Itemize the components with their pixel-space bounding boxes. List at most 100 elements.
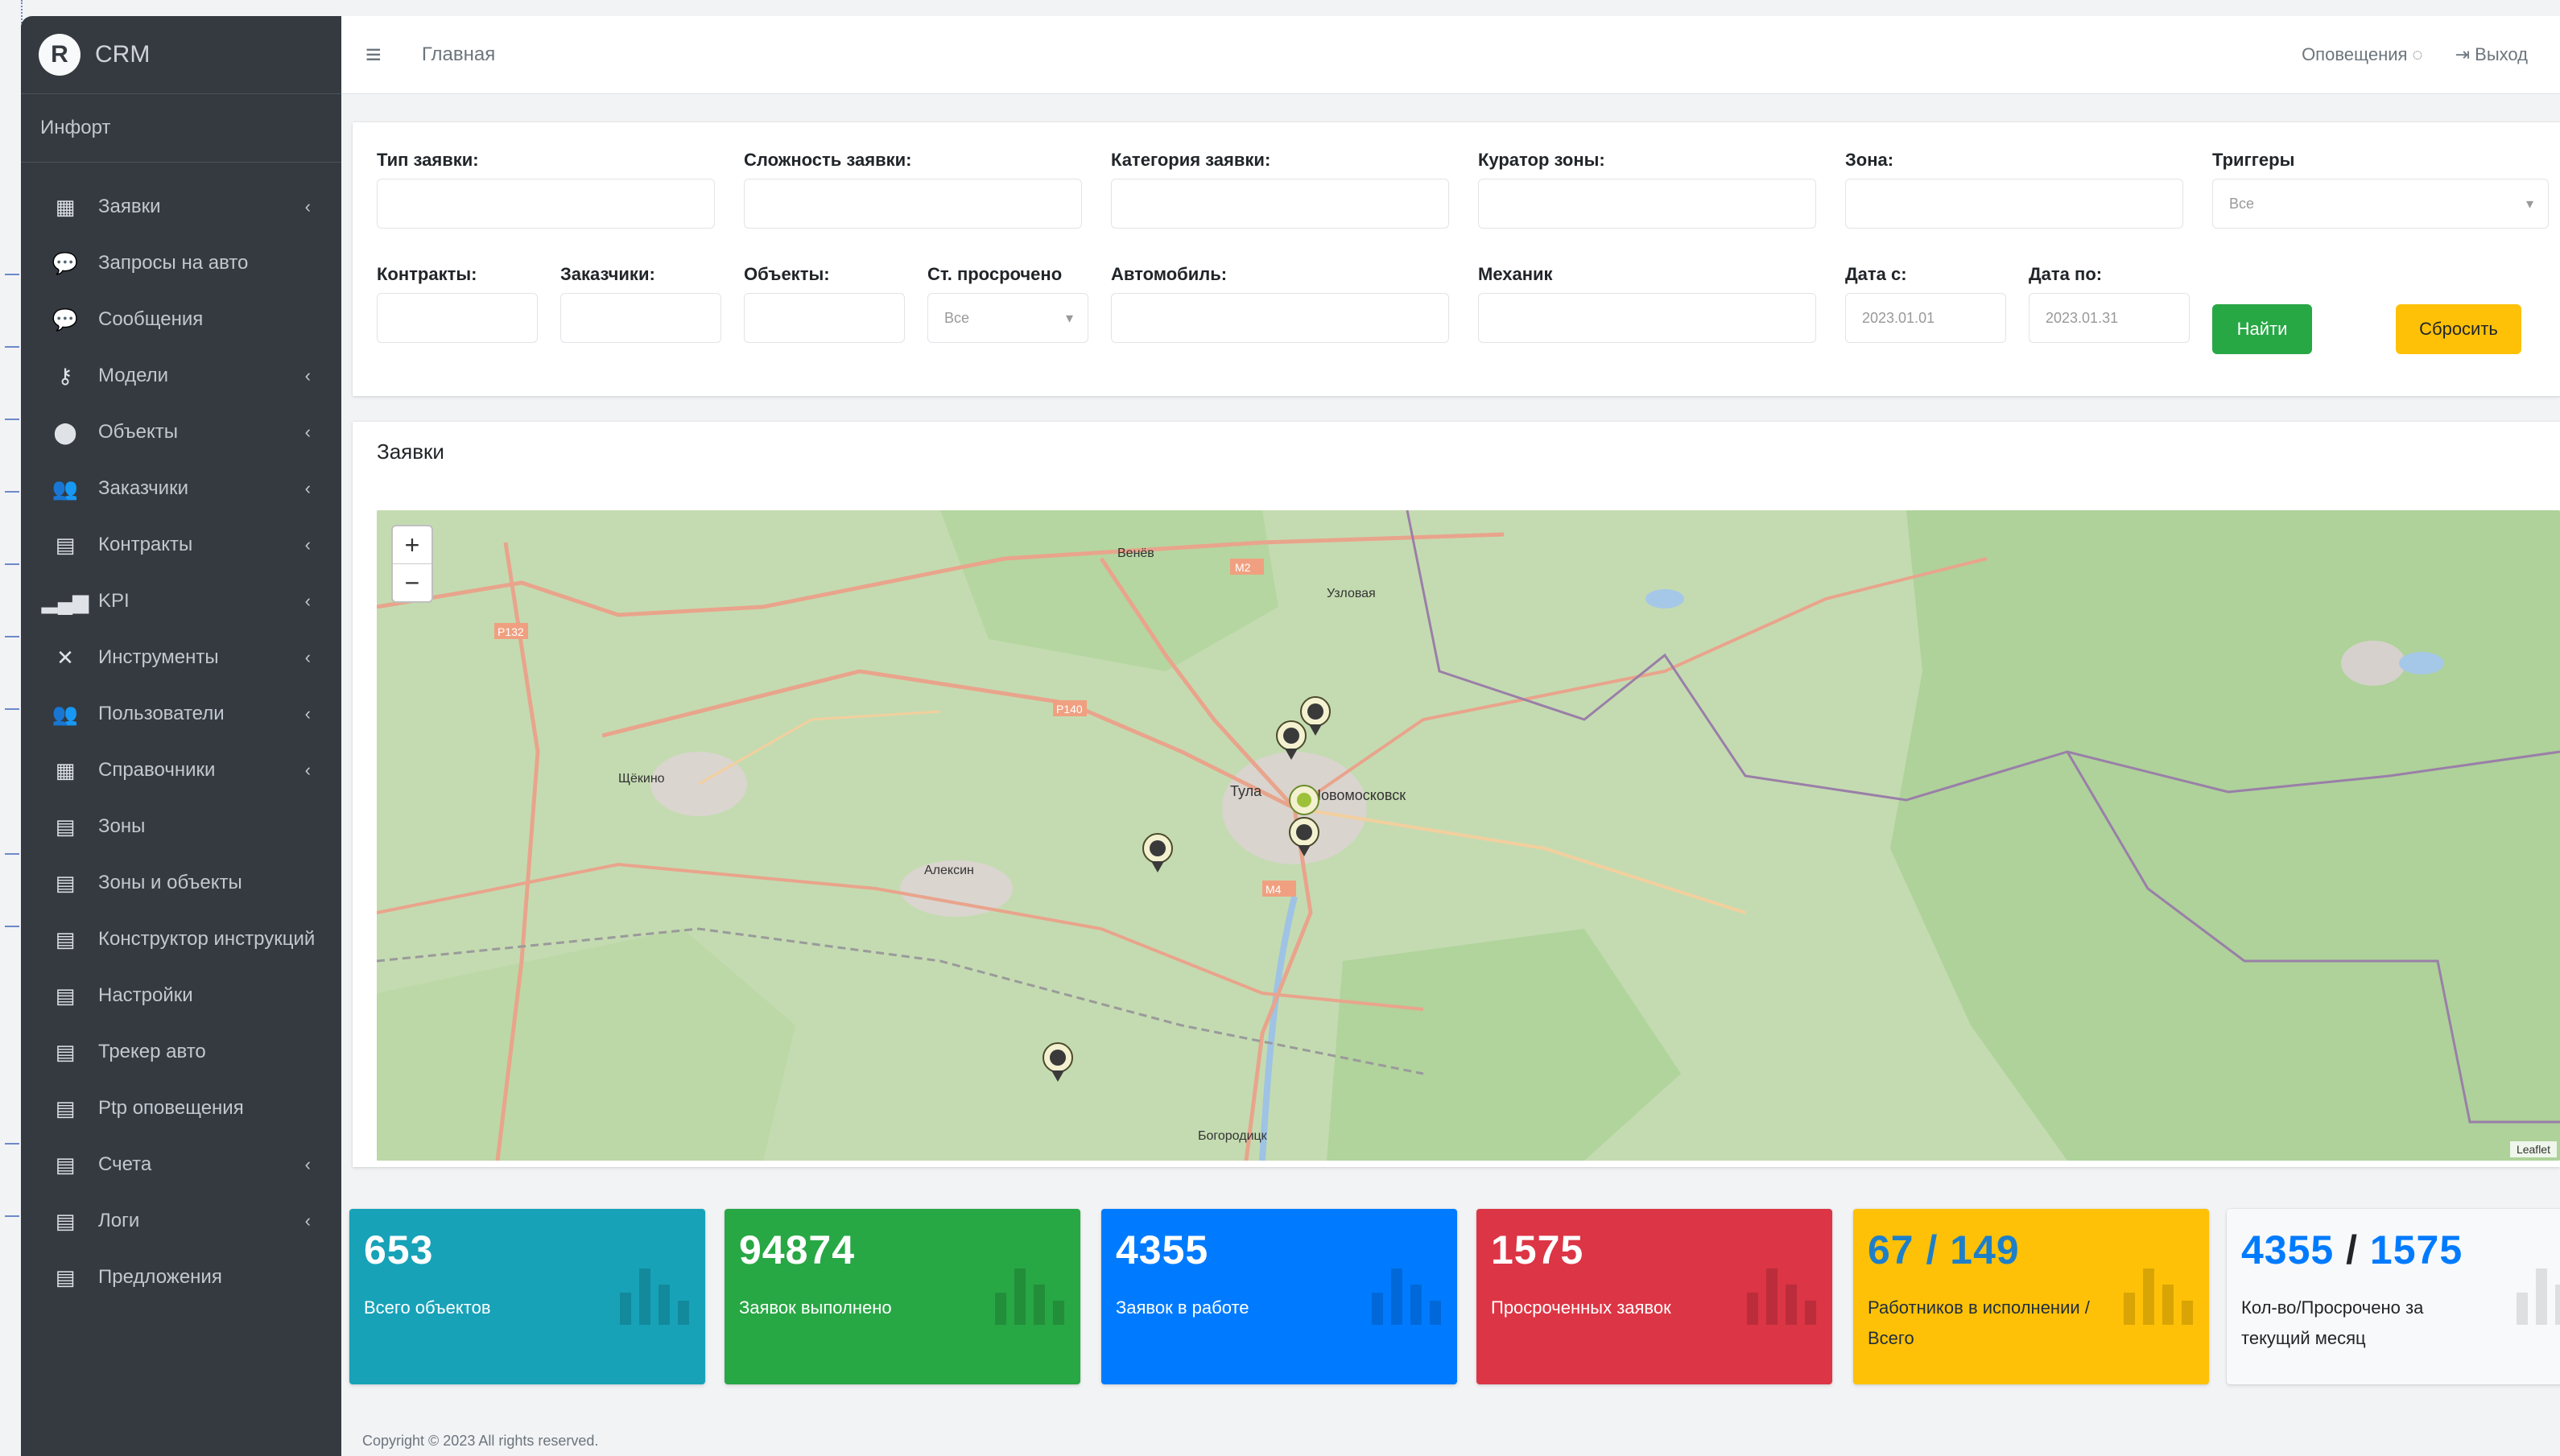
mechanic-select[interactable]: [1478, 293, 1816, 343]
sidebar-item[interactable]: ✕ Инструменты ‹: [21, 629, 341, 686]
zone-filter: Зона:: [1845, 150, 2183, 229]
category-select[interactable]: [1111, 179, 1449, 229]
sidebar-item[interactable]: ▤ Настройки: [21, 967, 341, 1024]
sidebar-item[interactable]: ▤ Зоны и объекты: [21, 855, 341, 911]
sidebar-item[interactable]: ▤ Счета ‹: [21, 1136, 341, 1193]
sidebar-item[interactable]: ▦ Справочники ‹: [21, 742, 341, 798]
sidebar-item[interactable]: ▤ Конструктор инструкций: [21, 911, 341, 967]
sidebar-item[interactable]: 👥 Заказчики ‹: [21, 460, 341, 517]
map-place-label: Щёкино: [618, 772, 665, 786]
chevron-left-icon: ‹: [304, 422, 311, 442]
complexity-label: Сложность заявки:: [744, 150, 912, 170]
triggers-select[interactable]: Все ▾: [2212, 179, 2549, 229]
chevron-down-icon: ▾: [2525, 195, 2533, 212]
sidebar-item-label: Контракты: [98, 534, 193, 555]
customers-select[interactable]: [560, 293, 721, 343]
sidebar-item[interactable]: 💬 Запросы на авто: [21, 235, 341, 291]
date-from-input[interactable]: 2023.01.01: [1845, 293, 2006, 343]
reset-button[interactable]: Сбросить: [2396, 304, 2521, 354]
user-panel[interactable]: Инфорт: [21, 94, 341, 163]
zoom-in-button[interactable]: +: [393, 526, 431, 563]
map-attribution[interactable]: Leaflet: [2509, 1141, 2557, 1157]
zoom-out-button[interactable]: −: [393, 563, 431, 601]
stat-label: Заявок в работе: [1116, 1297, 1249, 1318]
sidebar-item[interactable]: ▤ Трекер авто: [21, 1024, 341, 1080]
map-marker-icon: [1289, 785, 1319, 815]
stat-value: 67 / 149: [1868, 1227, 2020, 1272]
hamburger-menu-icon[interactable]: ≡: [365, 39, 382, 71]
brand[interactable]: R CRM: [21, 16, 341, 94]
sidebar-item[interactable]: ▤ Контракты ‹: [21, 517, 341, 573]
stat-label: Всего объектов: [364, 1297, 491, 1318]
chat-icon: 💬: [52, 250, 79, 275]
curator-filter: Куратор зоны:: [1478, 150, 1816, 229]
chevron-left-icon: ‹: [304, 591, 311, 611]
date-to-filter: Дата по: 2023.01.31: [2029, 264, 2190, 343]
chevron-left-icon: ‹: [304, 478, 311, 498]
find-button[interactable]: Найти: [2212, 304, 2312, 354]
map-view[interactable]: Тула Новомосковск Щёкино Алексин Узловая…: [377, 510, 2560, 1161]
contracts-select[interactable]: [377, 293, 538, 343]
stat-card-monthly[interactable]: 4355 / 1575 Кол-во/Просрочено за текущий…: [2227, 1209, 2560, 1384]
sidebar-item-label: Настройки: [98, 984, 193, 1006]
stat-value: 4355: [1116, 1227, 1209, 1272]
stat-card-objects[interactable]: 653 Всего объектов: [349, 1209, 705, 1384]
sidebar-item-label: Трекер авто: [98, 1041, 206, 1062]
map-road-label: М4: [1266, 883, 1282, 896]
table-icon: ▤: [55, 1152, 76, 1177]
date-to-input[interactable]: 2023.01.31: [2029, 293, 2190, 343]
overdue-select[interactable]: Все ▾: [927, 293, 1088, 343]
stat-value: 4355 / 1575: [2241, 1227, 2463, 1273]
type-select[interactable]: [377, 179, 715, 229]
vehicle-select[interactable]: [1111, 293, 1449, 343]
user-name: Инфорт: [40, 117, 111, 138]
brand-logo: R: [39, 34, 81, 76]
sidebar-item[interactable]: ▂▄▆ KPI ‹: [21, 573, 341, 629]
vehicle-filter: Автомобиль:: [1111, 264, 1449, 343]
complexity-select[interactable]: [744, 179, 1082, 229]
home-link[interactable]: Главная: [422, 43, 495, 66]
date-from-label: Дата с:: [1845, 264, 1907, 284]
key-icon: ⚷: [57, 363, 73, 388]
sidebar-item[interactable]: ▤ Логи ‹: [21, 1193, 341, 1249]
logout-link[interactable]: ⇥ Выход: [2455, 44, 2528, 65]
sidebar-item[interactable]: ▦ Заявки ‹: [21, 179, 341, 235]
mechanic-filter: Механик: [1478, 264, 1816, 343]
sidebar-item[interactable]: 💬 Сообщения: [21, 291, 341, 348]
stat-card-overdue[interactable]: 1575 Просроченных заявок: [1476, 1209, 1832, 1384]
sidebar-item[interactable]: 👥 Пользователи ‹: [21, 686, 341, 742]
sidebar-item-label: Объекты: [98, 421, 178, 443]
bar-chart-icon: [1372, 1268, 1441, 1325]
map-marker-icon: ⬤: [53, 419, 77, 444]
sidebar-item[interactable]: ▤ Предложения: [21, 1249, 341, 1305]
zone-label: Зона:: [1845, 150, 1894, 170]
objects-filter: Объекты:: [744, 264, 905, 343]
footer-copyright: Copyright © 2023 All rights reserved.: [362, 1433, 599, 1449]
filter-card: Тип заявки: Сложность заявки: Категория …: [353, 122, 2560, 396]
zone-select[interactable]: [1845, 179, 2183, 229]
stat-card-in-progress[interactable]: 4355 Заявок в работе: [1101, 1209, 1457, 1384]
guide-tick: [5, 853, 19, 855]
book-icon: ▦: [55, 757, 76, 782]
stat-value-total: 4355: [2241, 1227, 2335, 1272]
curator-select[interactable]: [1478, 179, 1816, 229]
stat-value-overdue: 1575: [2369, 1227, 2463, 1272]
map-place-label: Алексин: [924, 864, 974, 877]
map-zoom-control: + −: [391, 525, 433, 603]
chevron-left-icon: ‹: [304, 647, 311, 667]
map-road-label: М2: [1235, 561, 1251, 574]
sidebar-item-label: Ptp оповещения: [98, 1097, 244, 1119]
table-icon: ▤: [55, 814, 76, 839]
sidebar-item-label: Сообщения: [98, 308, 204, 330]
sidebar-item[interactable]: ▤ Ptp оповещения: [21, 1080, 341, 1136]
sidebar-item-label: Предложения: [98, 1266, 222, 1288]
sidebar-item[interactable]: ▤ Зоны: [21, 798, 341, 855]
notifications-link[interactable]: Оповещения ◌: [2302, 44, 2423, 65]
type-filter: Тип заявки:: [377, 150, 715, 229]
sidebar-item[interactable]: ⚷ Модели ‹: [21, 348, 341, 404]
map-card: Заявки Тула Новомосковск Щёкино Алексин …: [353, 422, 2560, 1167]
objects-select[interactable]: [744, 293, 905, 343]
sidebar-item[interactable]: ⬤ Объекты ‹: [21, 404, 341, 460]
stat-card-completed[interactable]: 94874 Заявок выполнено: [725, 1209, 1080, 1384]
stat-card-workers[interactable]: 67 / 149 Работников в исполнении / Всего: [1853, 1209, 2209, 1384]
